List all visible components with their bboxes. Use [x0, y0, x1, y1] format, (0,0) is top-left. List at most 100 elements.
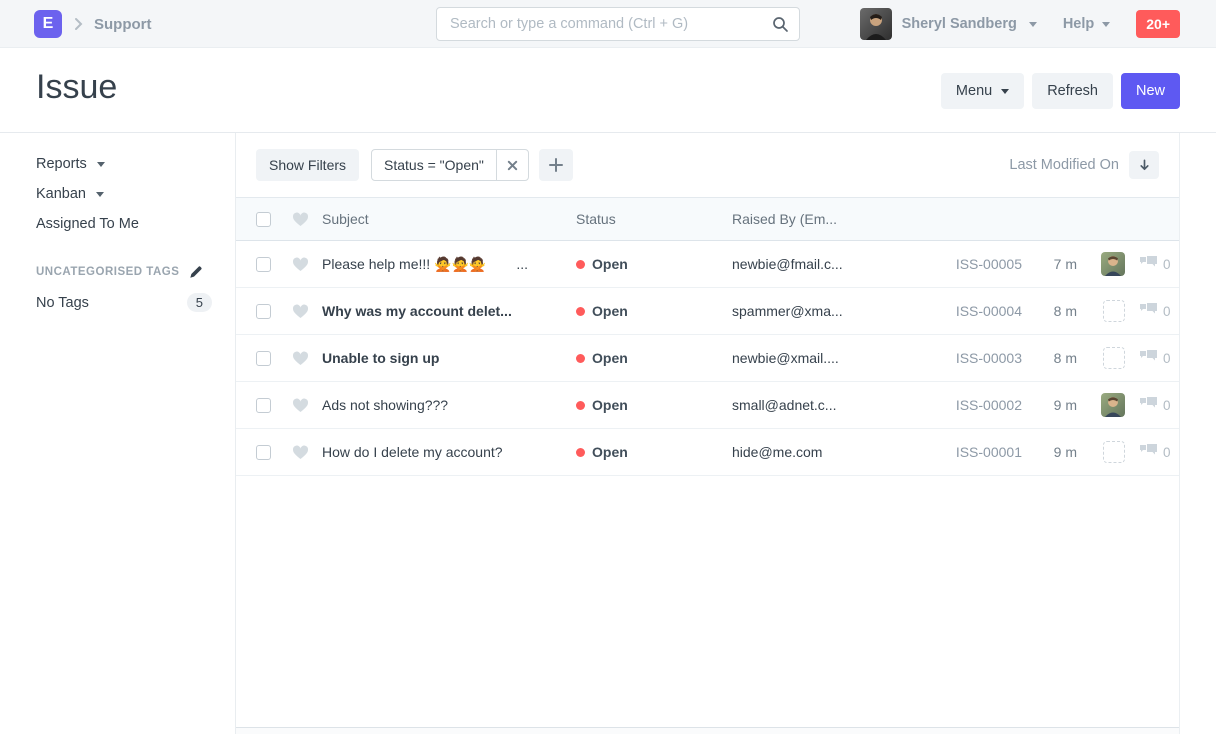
issue-subject[interactable]: Unable to sign up [322, 350, 439, 366]
modified-time: 9 m [1022, 444, 1077, 460]
active-filter-label[interactable]: Status = "Open" [372, 157, 496, 173]
comment-icon [1139, 396, 1158, 414]
issue-id: ISS-00002 [912, 397, 1022, 413]
table-row[interactable]: Why was my account delet... Open spammer… [236, 288, 1179, 335]
chevron-down-icon [1001, 89, 1009, 94]
heart-icon[interactable] [292, 351, 309, 366]
column-header-subject[interactable]: Subject [322, 211, 576, 227]
issue-subject[interactable]: Ads not showing??? [322, 397, 448, 413]
notifications-badge[interactable]: 20+ [1136, 10, 1180, 38]
issue-id: ISS-00004 [912, 303, 1022, 319]
column-header-status[interactable]: Status [576, 211, 732, 227]
list-footer-divider [236, 727, 1179, 734]
status-open-dot [576, 260, 585, 269]
comment-icon [1139, 443, 1158, 461]
status-badge: Open [592, 444, 628, 460]
modified-time: 8 m [1022, 350, 1077, 366]
modified-time: 8 m [1022, 303, 1077, 319]
heart-icon[interactable] [292, 304, 309, 319]
issue-subject[interactable]: Please help me!!! 🙅🙅🙅 [322, 256, 486, 273]
issue-subject[interactable]: How do I delete my account? [322, 444, 503, 460]
comment-count: 0 [1163, 257, 1171, 272]
tag-filter-no-tags[interactable]: No Tags 5 [36, 293, 212, 312]
table-row[interactable]: Please help me!!! 🙅🙅🙅... Open newbie@fma… [236, 241, 1179, 288]
new-button-label: New [1136, 83, 1165, 99]
refresh-button[interactable]: Refresh [1032, 73, 1113, 109]
row-checkbox[interactable] [256, 445, 271, 460]
sidebar-item-assigned-to-me[interactable]: Assigned To Me [36, 209, 235, 239]
assignee-avatar [1101, 393, 1125, 417]
navbar: E Support Sheryl Sandberg [0, 0, 1216, 48]
tag-label: No Tags [36, 295, 89, 311]
chevron-down-icon [97, 162, 105, 167]
sidebar-item-label: Assigned To Me [36, 216, 139, 232]
sidebar-item-label: Reports [36, 156, 87, 172]
help-menu[interactable]: Help [1063, 16, 1110, 32]
raised-by-email: small@adnet.c... [732, 397, 912, 413]
row-checkbox[interactable] [256, 257, 271, 272]
status-badge: Open [592, 256, 628, 272]
edit-tags-icon[interactable] [189, 265, 203, 279]
menu-button[interactable]: Menu [941, 73, 1024, 109]
remove-filter-icon[interactable] [496, 150, 528, 180]
refresh-button-label: Refresh [1047, 83, 1098, 99]
list-sidebar: Reports Kanban Assigned To Me UNCATEGORI… [0, 133, 236, 734]
comment-icon [1139, 255, 1158, 273]
breadcrumb-chevron-icon [72, 16, 84, 32]
assignee-avatar [1101, 252, 1125, 276]
row-checkbox[interactable] [256, 398, 271, 413]
page-head: Issue Menu Refresh New [0, 48, 1216, 133]
modified-time: 9 m [1022, 397, 1077, 413]
raised-by-email: newbie@fmail.c... [732, 256, 912, 272]
comment-count: 0 [1163, 398, 1171, 413]
comment-icon [1139, 302, 1158, 320]
search-input[interactable] [437, 16, 772, 32]
sort-field-label[interactable]: Last Modified On [1009, 157, 1119, 173]
user-avatar [860, 8, 892, 40]
search-icon [772, 16, 789, 33]
assignee-avatar-placeholder [1103, 300, 1125, 322]
global-search [436, 7, 800, 41]
issue-subject[interactable]: Why was my account delet... [322, 303, 512, 319]
chevron-down-icon [96, 192, 104, 197]
status-open-dot [576, 354, 585, 363]
raised-by-email: newbie@xmail.... [732, 350, 912, 366]
chevron-down-icon [1029, 22, 1037, 27]
table-row[interactable]: How do I delete my account? Open hide@me… [236, 429, 1179, 476]
issue-id: ISS-00003 [912, 350, 1022, 366]
issue-id: ISS-00001 [912, 444, 1022, 460]
app-logo[interactable]: E [34, 10, 62, 38]
new-button[interactable]: New [1121, 73, 1180, 109]
raised-by-email: hide@me.com [732, 444, 912, 460]
assignee-avatar-placeholder [1103, 347, 1125, 369]
user-menu[interactable]: Sheryl Sandberg [860, 8, 1037, 40]
comment-count: 0 [1163, 445, 1171, 460]
tag-count-badge: 5 [187, 293, 212, 312]
add-filter-button[interactable] [539, 149, 573, 181]
breadcrumb[interactable]: Support [94, 16, 152, 33]
row-checkbox[interactable] [256, 351, 271, 366]
heart-icon[interactable] [292, 257, 309, 272]
select-all-checkbox[interactable] [256, 212, 271, 227]
table-row[interactable]: Ads not showing??? Open small@adnet.c...… [236, 382, 1179, 429]
sidebar-item-kanban[interactable]: Kanban [36, 179, 235, 209]
tags-section-title: UNCATEGORISED TAGS [36, 266, 179, 278]
comment-count: 0 [1163, 304, 1171, 319]
heart-icon [292, 212, 309, 227]
show-filters-button[interactable]: Show Filters [256, 149, 359, 181]
status-open-dot [576, 448, 585, 457]
sidebar-item-reports[interactable]: Reports [36, 149, 235, 179]
menu-button-label: Menu [956, 83, 992, 99]
column-header-raised-by[interactable]: Raised By (Em... [732, 211, 912, 227]
row-checkbox[interactable] [256, 304, 271, 319]
status-badge: Open [592, 350, 628, 366]
comment-icon [1139, 349, 1158, 367]
list-header: Subject Status Raised By (Em... [236, 197, 1179, 241]
heart-icon[interactable] [292, 445, 309, 460]
table-row[interactable]: Unable to sign up Open newbie@xmail.... … [236, 335, 1179, 382]
active-filter-pill[interactable]: Status = "Open" [371, 149, 529, 181]
sort-direction-button[interactable] [1129, 151, 1159, 179]
raised-by-email: spammer@xma... [732, 303, 912, 319]
heart-icon[interactable] [292, 398, 309, 413]
comment-count: 0 [1163, 351, 1171, 366]
